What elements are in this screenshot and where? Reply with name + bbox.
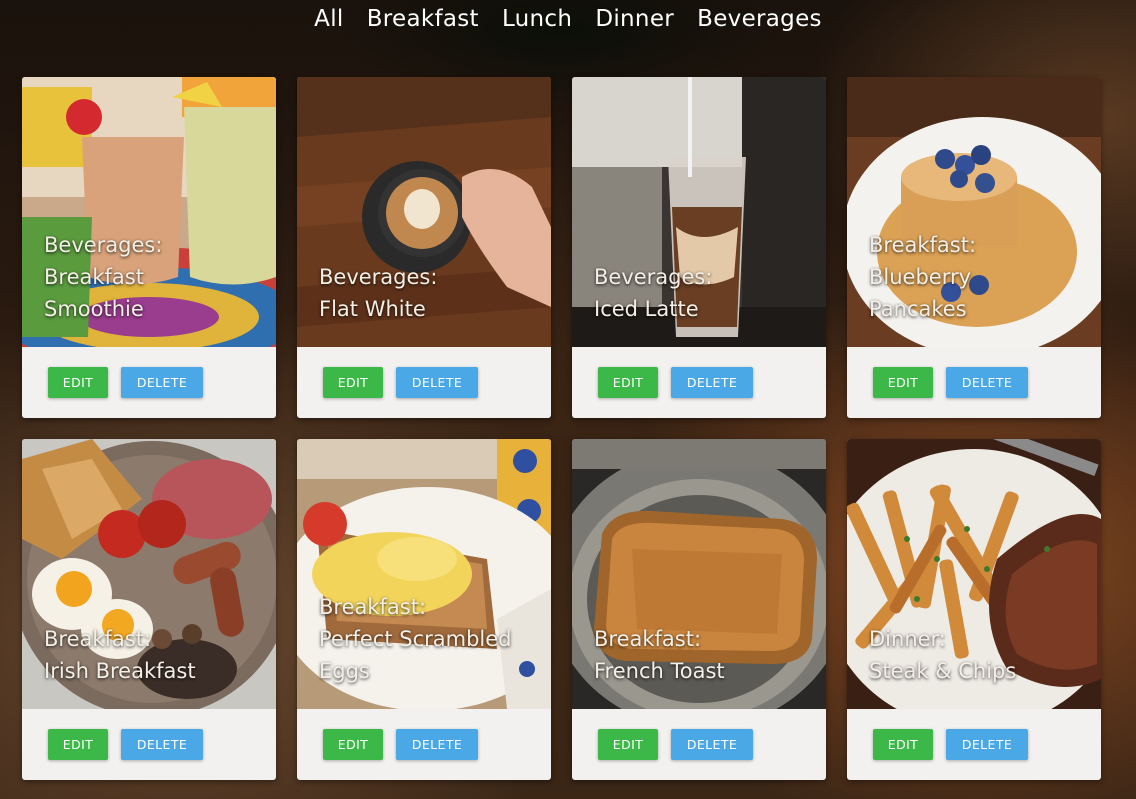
- recipe-name-line: Steak & Chips: [869, 659, 1017, 683]
- recipe-name-line: Flat White: [319, 297, 426, 321]
- recipe-name-line: Blueberry: [869, 265, 972, 289]
- recipe-card: Breakfast: French Toast EDIT DELETE: [572, 439, 826, 780]
- recipe-grid: Beverages: Breakfast Smoothie EDIT DELET…: [0, 0, 1136, 799]
- edit-button[interactable]: EDIT: [873, 729, 933, 760]
- edit-button[interactable]: EDIT: [48, 729, 108, 760]
- recipe-category: Beverages:: [44, 233, 163, 257]
- recipe-name-line: Eggs: [319, 659, 370, 683]
- recipe-category: Beverages:: [319, 265, 438, 289]
- recipe-category: Beverages:: [594, 265, 713, 289]
- recipe-title: Breakfast: Perfect Scrambled Eggs: [319, 591, 537, 687]
- delete-button[interactable]: DELETE: [671, 729, 753, 760]
- delete-button[interactable]: DELETE: [396, 367, 478, 398]
- recipe-card: Beverages: Breakfast Smoothie EDIT DELET…: [22, 77, 276, 418]
- flat-white-photo[interactable]: Beverages: Flat White: [297, 77, 551, 347]
- recipe-category: Breakfast:: [319, 595, 427, 619]
- french-toast-photo[interactable]: Breakfast: French Toast: [572, 439, 826, 709]
- edit-button[interactable]: EDIT: [873, 367, 933, 398]
- delete-button[interactable]: DELETE: [121, 729, 203, 760]
- recipe-name-line: Smoothie: [44, 297, 144, 321]
- recipe-category: Breakfast:: [44, 627, 152, 651]
- delete-button[interactable]: DELETE: [121, 367, 203, 398]
- delete-button[interactable]: DELETE: [671, 367, 753, 398]
- recipe-category: Breakfast:: [594, 627, 702, 651]
- recipe-name-line: Perfect Scrambled: [319, 627, 512, 651]
- smoothie-photo[interactable]: Beverages: Breakfast Smoothie: [22, 77, 276, 347]
- edit-button[interactable]: EDIT: [598, 367, 658, 398]
- recipe-name-line: Irish Breakfast: [44, 659, 196, 683]
- recipe-name-line: Iced Latte: [594, 297, 699, 321]
- recipe-title: Breakfast: French Toast: [594, 623, 812, 687]
- recipe-title: Breakfast: Blueberry Pancakes: [869, 229, 1087, 325]
- card-actions: EDIT DELETE: [847, 347, 1101, 418]
- iced-latte-photo[interactable]: Beverages: Iced Latte: [572, 77, 826, 347]
- recipe-card: Beverages: Flat White EDIT DELETE: [297, 77, 551, 418]
- card-actions: EDIT DELETE: [572, 709, 826, 780]
- recipe-card: Beverages: Iced Latte EDIT DELETE: [572, 77, 826, 418]
- card-actions: EDIT DELETE: [297, 709, 551, 780]
- recipe-category: Dinner:: [869, 627, 946, 651]
- recipe-card: Breakfast: Perfect Scrambled Eggs EDIT D…: [297, 439, 551, 780]
- recipe-title: Beverages: Iced Latte: [594, 261, 812, 325]
- steak-chips-photo[interactable]: Dinner: Steak & Chips: [847, 439, 1101, 709]
- irish-breakfast-photo[interactable]: Breakfast: Irish Breakfast: [22, 439, 276, 709]
- delete-button[interactable]: DELETE: [396, 729, 478, 760]
- card-actions: EDIT DELETE: [297, 347, 551, 418]
- edit-button[interactable]: EDIT: [323, 729, 383, 760]
- recipe-card: Breakfast: Irish Breakfast EDIT DELETE: [22, 439, 276, 780]
- delete-button[interactable]: DELETE: [946, 367, 1028, 398]
- recipe-title: Beverages: Flat White: [319, 261, 537, 325]
- recipe-title: Dinner: Steak & Chips: [869, 623, 1087, 687]
- card-actions: EDIT DELETE: [22, 347, 276, 418]
- recipe-title: Beverages: Breakfast Smoothie: [44, 229, 262, 325]
- card-actions: EDIT DELETE: [847, 709, 1101, 780]
- edit-button[interactable]: EDIT: [598, 729, 658, 760]
- card-actions: EDIT DELETE: [572, 347, 826, 418]
- recipe-title: Breakfast: Irish Breakfast: [44, 623, 262, 687]
- card-actions: EDIT DELETE: [22, 709, 276, 780]
- recipe-card: Dinner: Steak & Chips EDIT DELETE: [847, 439, 1101, 780]
- recipe-name-line: Breakfast: [44, 265, 144, 289]
- recipe-name-line: Pancakes: [869, 297, 967, 321]
- delete-button[interactable]: DELETE: [946, 729, 1028, 760]
- recipe-card: Breakfast: Blueberry Pancakes EDIT DELET…: [847, 77, 1101, 418]
- edit-button[interactable]: EDIT: [48, 367, 108, 398]
- pancakes-photo[interactable]: Breakfast: Blueberry Pancakes: [847, 77, 1101, 347]
- scrambled-eggs-photo[interactable]: Breakfast: Perfect Scrambled Eggs: [297, 439, 551, 709]
- edit-button[interactable]: EDIT: [323, 367, 383, 398]
- recipe-name-line: French Toast: [594, 659, 725, 683]
- recipe-category: Breakfast:: [869, 233, 977, 257]
